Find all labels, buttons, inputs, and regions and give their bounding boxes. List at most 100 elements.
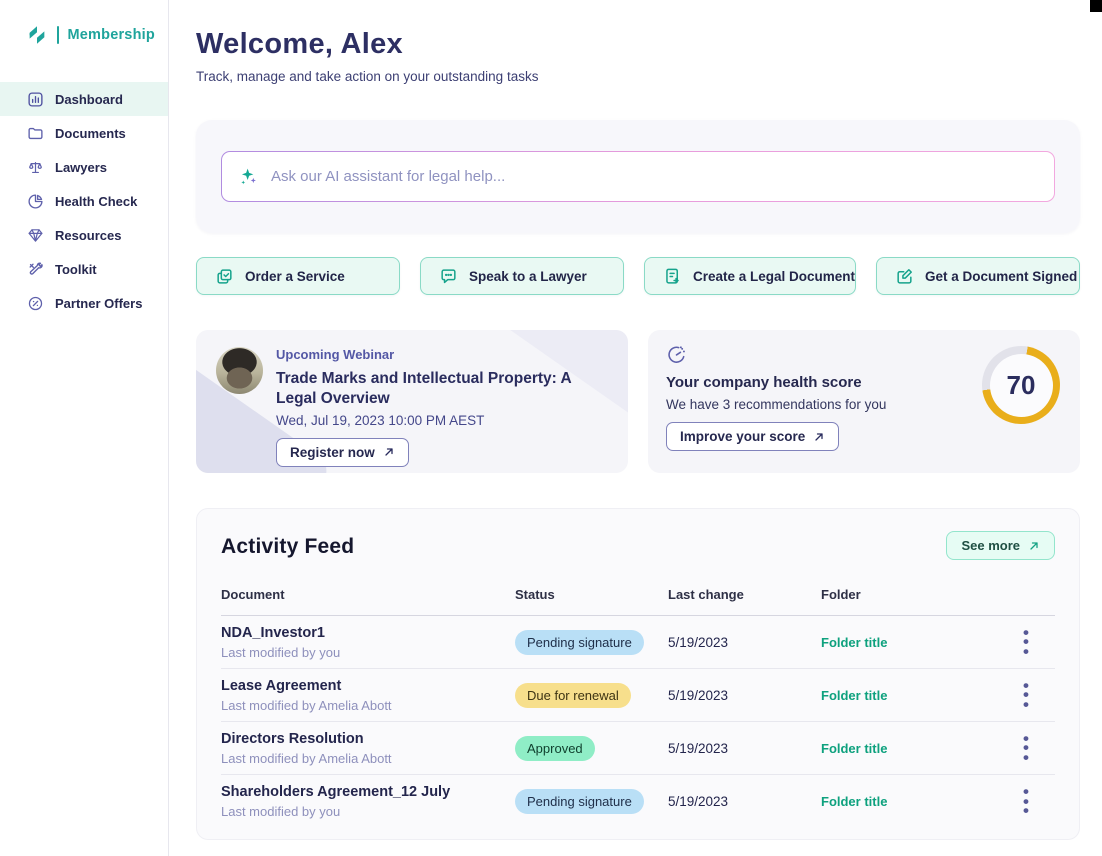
create-legal-document-label: Create a Legal Document	[693, 269, 855, 284]
ai-assistant-card: Ask our AI assistant for legal help...	[196, 120, 1080, 233]
gauge-icon	[666, 344, 687, 365]
sidebar-item-label: Partner Offers	[55, 296, 142, 311]
status-badge: Approved	[515, 736, 595, 761]
status-badge: Pending signature	[515, 630, 644, 655]
document-modified: Last modified by you	[221, 645, 515, 660]
arrow-up-right-icon	[1028, 540, 1040, 552]
ai-assistant-input[interactable]: Ask our AI assistant for legal help...	[221, 151, 1055, 202]
order-service-label: Order a Service	[245, 269, 345, 284]
document-modified: Last modified by Amelia Abott	[221, 698, 515, 713]
brand-logo-divider	[57, 26, 59, 44]
status-badge: Due for renewal	[515, 683, 631, 708]
table-row[interactable]: Shareholders Agreement_12 July Last modi…	[221, 775, 1055, 828]
health-score-subtitle: We have 3 recommendations for you	[666, 397, 886, 412]
folder-link[interactable]: Folder title	[821, 794, 1001, 809]
webinar-datetime: Wed, Jul 19, 2023 10:00 PM AEST	[276, 413, 614, 428]
sidebar-nav: Dashboard Documents Lawyers Health C	[0, 82, 168, 320]
table-row[interactable]: Directors Resolution Last modified by Am…	[221, 722, 1055, 775]
get-document-signed-button[interactable]: Get a Document Signed	[876, 257, 1080, 295]
improve-score-label: Improve your score	[680, 429, 805, 444]
arrow-up-right-icon	[813, 431, 825, 443]
kebab-menu-icon[interactable]: •••	[1023, 734, 1029, 762]
ai-input-placeholder: Ask our AI assistant for legal help...	[271, 168, 505, 185]
partner-offers-icon	[27, 295, 44, 312]
create-document-icon	[663, 267, 682, 286]
sidebar-item-label: Resources	[55, 228, 121, 243]
see-more-button[interactable]: See more	[946, 531, 1055, 560]
activity-feed-header: Activity Feed See more	[221, 509, 1055, 559]
register-now-label: Register now	[290, 445, 375, 460]
sidebar-item-resources[interactable]: Resources	[0, 218, 168, 252]
dashboard-icon	[27, 91, 44, 108]
sidebar-item-toolkit[interactable]: Toolkit	[0, 252, 168, 286]
sidebar-item-documents[interactable]: Documents	[0, 116, 168, 150]
health-score-card: Your company health score We have 3 reco…	[648, 330, 1080, 473]
speak-to-lawyer-label: Speak to a Lawyer	[469, 269, 587, 284]
get-document-signed-label: Get a Document Signed	[925, 269, 1077, 284]
document-cell: Shareholders Agreement_12 July Last modi…	[221, 784, 515, 819]
create-legal-document-button[interactable]: Create a Legal Document	[644, 257, 856, 295]
info-cards: Upcoming Webinar Trade Marks and Intelle…	[196, 330, 1080, 473]
order-service-button[interactable]: Order a Service	[196, 257, 400, 295]
kebab-menu-icon[interactable]: •••	[1023, 628, 1029, 656]
last-change-date: 5/19/2023	[668, 741, 821, 756]
speak-to-lawyer-button[interactable]: Speak to a Lawyer	[420, 257, 624, 295]
last-change-date: 5/19/2023	[668, 794, 821, 809]
health-score-ring-inner: 70	[990, 354, 1053, 417]
sidebar-item-health-check[interactable]: Health Check	[0, 184, 168, 218]
page-subtitle: Track, manage and take action on your ou…	[196, 69, 538, 84]
column-header-status: Status	[515, 587, 668, 602]
quick-actions: Order a Service Speak to a Lawyer Create…	[196, 257, 1080, 295]
membership-dashboard: Membership Dashboard Documents L	[0, 0, 1102, 856]
brand-logo-icon	[26, 24, 48, 46]
brand-logo[interactable]: Membership	[0, 0, 168, 46]
sidebar-item-label: Health Check	[55, 194, 137, 209]
sign-document-icon	[895, 267, 914, 286]
last-change-date: 5/19/2023	[668, 635, 821, 650]
resources-icon	[27, 227, 44, 244]
webinar-card: Upcoming Webinar Trade Marks and Intelle…	[196, 330, 628, 473]
document-cell: NDA_Investor1 Last modified by you	[221, 625, 515, 660]
lawyers-icon	[27, 159, 44, 176]
main-content: Welcome, Alex Track, manage and take act…	[170, 0, 1102, 856]
screen-artifact	[1090, 0, 1102, 12]
see-more-label: See more	[961, 538, 1020, 553]
sidebar: Membership Dashboard Documents L	[0, 0, 169, 856]
sidebar-item-partner-offers[interactable]: Partner Offers	[0, 286, 168, 320]
webinar-label: Upcoming Webinar	[276, 347, 614, 362]
document-cell: Directors Resolution Last modified by Am…	[221, 731, 515, 766]
sidebar-item-dashboard[interactable]: Dashboard	[0, 82, 168, 116]
sidebar-item-lawyers[interactable]: Lawyers	[0, 150, 168, 184]
health-score-body: Your company health score We have 3 reco…	[666, 374, 886, 451]
document-name: Shareholders Agreement_12 July	[221, 784, 515, 800]
table-header-row: Document Status Last change Folder	[221, 587, 1055, 616]
sidebar-item-label: Lawyers	[55, 160, 107, 175]
last-change-date: 5/19/2023	[668, 688, 821, 703]
folder-link[interactable]: Folder title	[821, 688, 1001, 703]
document-modified: Last modified by you	[221, 804, 515, 819]
table-row[interactable]: Lease Agreement Last modified by Amelia …	[221, 669, 1055, 722]
register-now-button[interactable]: Register now	[276, 438, 409, 467]
health-score-title: Your company health score	[666, 374, 886, 391]
status-badge: Pending signature	[515, 789, 644, 814]
sidebar-item-label: Dashboard	[55, 92, 123, 107]
speak-lawyer-icon	[439, 267, 458, 286]
kebab-menu-icon[interactable]: •••	[1023, 787, 1029, 815]
document-name: Lease Agreement	[221, 678, 515, 694]
folder-link[interactable]: Folder title	[821, 635, 1001, 650]
improve-score-button[interactable]: Improve your score	[666, 422, 839, 451]
ai-sparkle-icon	[238, 166, 259, 187]
webinar-title: Trade Marks and Intellectual Property: A…	[276, 369, 606, 410]
column-header-last-change: Last change	[668, 587, 821, 602]
sidebar-item-label: Documents	[55, 126, 126, 141]
table-row[interactable]: NDA_Investor1 Last modified by you Pendi…	[221, 616, 1055, 669]
activity-feed-card: Activity Feed See more Document Status L…	[196, 508, 1080, 840]
kebab-menu-icon[interactable]: •••	[1023, 681, 1029, 709]
page-header: Welcome, Alex Track, manage and take act…	[196, 28, 538, 84]
health-score-ring: 70	[982, 346, 1060, 424]
arrow-up-right-icon	[383, 446, 395, 458]
document-name: Directors Resolution	[221, 731, 515, 747]
document-modified: Last modified by Amelia Abott	[221, 751, 515, 766]
folder-link[interactable]: Folder title	[821, 741, 1001, 756]
activity-feed-title: Activity Feed	[221, 535, 1055, 559]
